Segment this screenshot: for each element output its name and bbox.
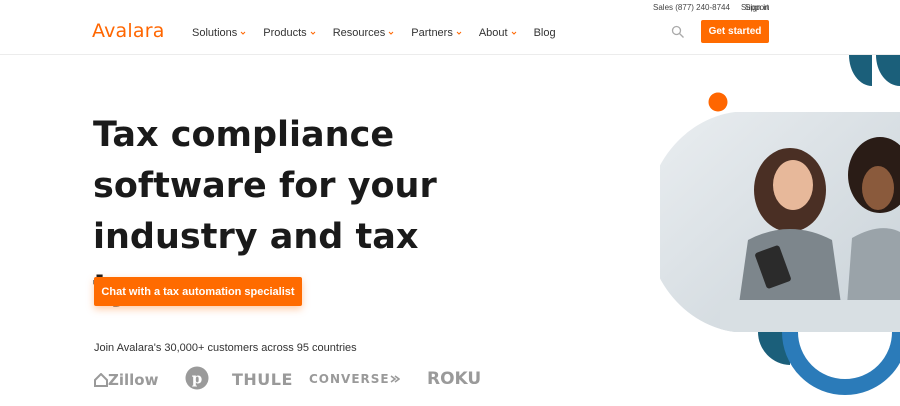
teal-shape xyxy=(849,55,872,86)
orange-dot xyxy=(708,92,728,112)
hero-graphic xyxy=(660,55,900,395)
photo-two-women-with-phone xyxy=(660,112,900,332)
teal-shape xyxy=(876,55,900,86)
blue-arc xyxy=(782,331,900,395)
